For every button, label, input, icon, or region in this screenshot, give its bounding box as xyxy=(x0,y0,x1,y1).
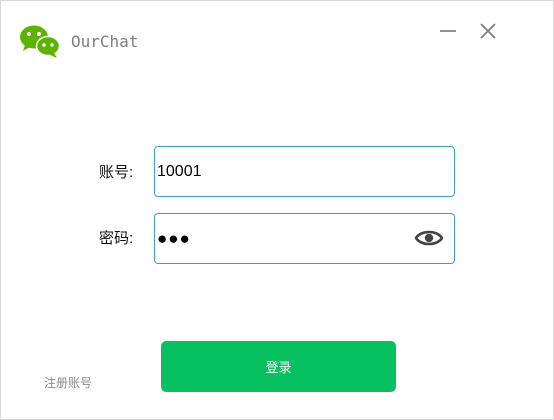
close-icon xyxy=(480,23,496,39)
wechat-bubbles-icon xyxy=(19,24,61,58)
password-field[interactable]: ●●● xyxy=(154,213,455,264)
eye-icon xyxy=(414,230,444,246)
close-button[interactable] xyxy=(476,19,500,43)
app-title: OurChat xyxy=(71,32,139,51)
minimize-button[interactable] xyxy=(436,19,460,43)
register-account-link[interactable]: 注册账号 xyxy=(44,374,92,392)
account-field[interactable] xyxy=(154,146,455,197)
minimize-icon xyxy=(440,30,456,32)
account-input[interactable] xyxy=(157,147,407,196)
login-button[interactable]: 登录 xyxy=(161,341,396,392)
password-input[interactable]: ●●● xyxy=(157,214,191,263)
password-label: 密码: xyxy=(99,230,134,247)
toggle-password-visibility-button[interactable] xyxy=(413,224,445,252)
account-label: 账号: xyxy=(99,164,134,181)
login-window: OurChat 账号: 密码: ●●● 注册账号 登录 xyxy=(0,0,554,420)
